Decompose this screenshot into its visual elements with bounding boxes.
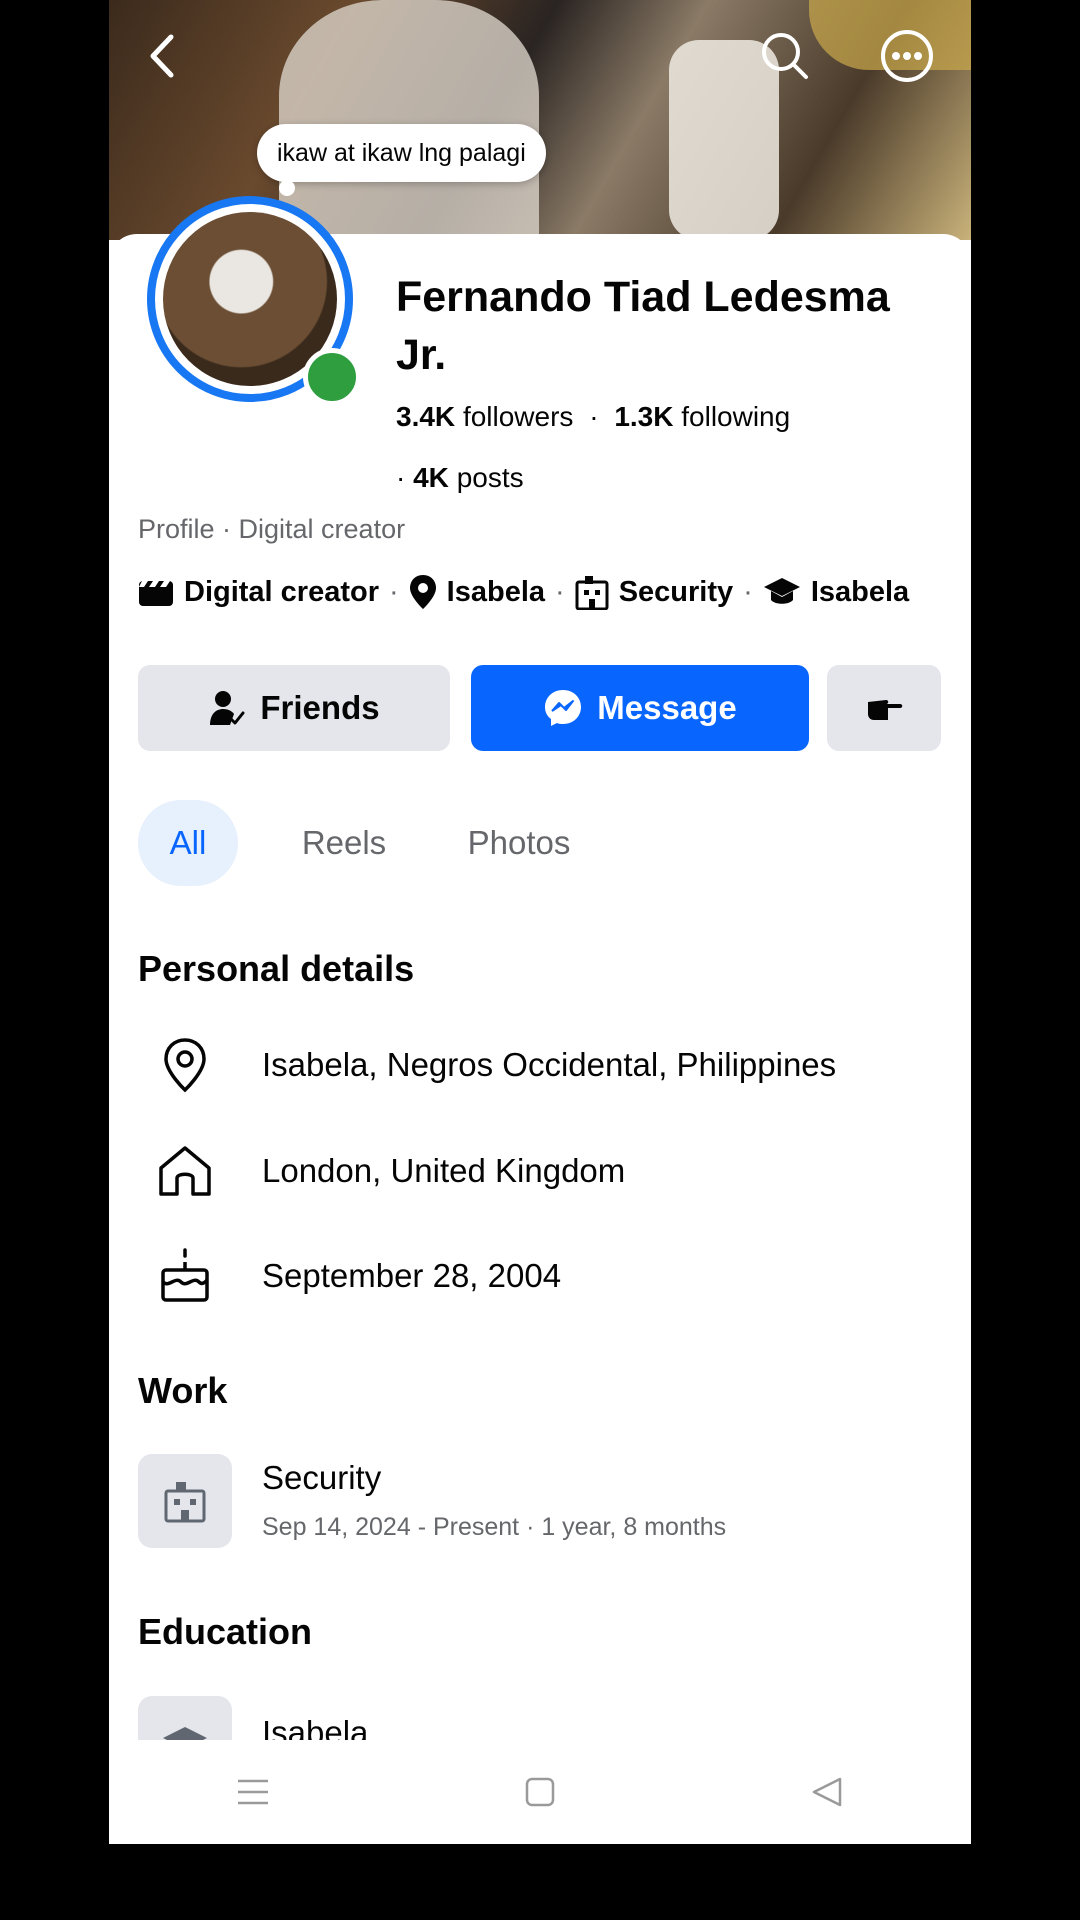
- online-indicator: [303, 348, 361, 406]
- education-heading: Education: [138, 1611, 313, 1652]
- tab-reels[interactable]: Reels: [274, 800, 414, 886]
- back-button[interactable]: [134, 28, 190, 84]
- message-button[interactable]: Message: [471, 665, 809, 751]
- building-icon: [575, 576, 609, 610]
- search-icon: [762, 33, 808, 79]
- search-button[interactable]: [757, 28, 813, 84]
- home-icon: [159, 1146, 211, 1196]
- followers-link[interactable]: 3.4K followers: [396, 401, 573, 432]
- chip-location[interactable]: Isabela: [409, 574, 545, 610]
- tab-photos[interactable]: Photos: [444, 800, 594, 886]
- intro-chips: Digital creator · Isabela · Security · I…: [138, 574, 909, 610]
- graduation-cap-icon: [163, 1727, 207, 1740]
- location-pin-icon: [164, 1038, 206, 1093]
- more-icon: [881, 30, 933, 82]
- building-icon: [164, 1482, 206, 1523]
- following-link[interactable]: 1.3K following: [614, 401, 790, 432]
- more-options-button[interactable]: [879, 28, 935, 84]
- work-title[interactable]: Security: [262, 1459, 381, 1497]
- messenger-icon: [545, 690, 582, 726]
- detail-hometown: London, United Kingdom: [138, 1136, 938, 1206]
- chip-category[interactable]: Digital creator: [138, 576, 379, 609]
- tab-all[interactable]: All: [138, 800, 238, 886]
- education-entry-clip: Isabela: [109, 1694, 971, 1740]
- system-nav-bar: [109, 1740, 971, 1844]
- chevron-left-icon: [150, 34, 174, 78]
- profile-screen: ikaw at ikaw lng palagi Fernando Tiad Le…: [109, 0, 971, 1844]
- menu-icon[interactable]: [236, 1777, 270, 1807]
- profile-subtitle: Profile · Digital creator: [138, 514, 406, 544]
- home-square-icon[interactable]: [524, 1776, 556, 1808]
- graduation-cap-icon: [763, 578, 800, 604]
- work-heading: Work: [138, 1370, 228, 1411]
- back-triangle-icon[interactable]: [810, 1776, 844, 1808]
- friend-check-icon: [210, 691, 245, 725]
- detail-current-city: Isabela, Negros Occidental, Philippines: [138, 1030, 938, 1100]
- profile-stats: 3.4K followers · 1.3K following · 4K pos…: [396, 401, 791, 493]
- profile-name: Fernando Tiad Ledesma Jr.: [396, 273, 890, 379]
- location-pin-icon: [409, 575, 436, 609]
- chip-education[interactable]: Isabela: [763, 576, 909, 609]
- poke-hand-icon: [868, 700, 903, 720]
- chip-work[interactable]: Security: [575, 574, 733, 610]
- friends-button[interactable]: Friends: [138, 665, 450, 751]
- detail-birthday: September 28, 2004: [138, 1241, 938, 1311]
- work-entry-icon-box[interactable]: [138, 1454, 232, 1548]
- poke-button[interactable]: [827, 665, 941, 751]
- posts-link[interactable]: 4K posts: [413, 462, 524, 493]
- status-note[interactable]: ikaw at ikaw lng palagi: [257, 124, 546, 196]
- education-entry-icon-box[interactable]: [138, 1696, 232, 1740]
- birthday-cake-icon: [161, 1248, 209, 1302]
- personal-details-heading: Personal details: [138, 948, 415, 989]
- clapperboard-icon: [139, 581, 173, 606]
- education-school[interactable]: Isabela: [262, 1714, 368, 1740]
- work-period: Sep 14, 2024 - Present · 1 year, 8 month…: [262, 1513, 727, 1541]
